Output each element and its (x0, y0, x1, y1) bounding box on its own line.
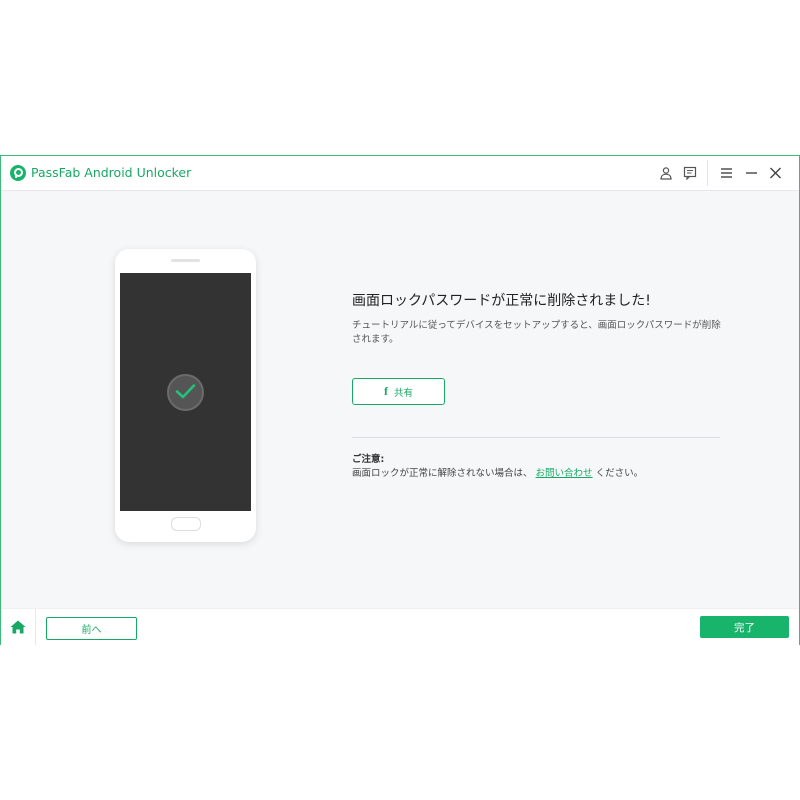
footer-bar: 前へ 完了 (1, 608, 799, 645)
home-icon[interactable] (1, 609, 36, 645)
phone-illustration (115, 249, 256, 542)
app-logo-icon (10, 165, 26, 181)
title-bar: PassFab Android Unlocker (1, 156, 799, 191)
success-check-icon (167, 374, 204, 411)
app-title: PassFab Android Unlocker (31, 165, 192, 180)
divider (352, 437, 720, 438)
facebook-icon: f (383, 384, 388, 398)
menu-icon[interactable] (717, 164, 735, 182)
back-button[interactable]: 前へ (46, 617, 137, 640)
note-text: 画面ロックが正常に解除されない場合は、 お問い合わせ ください。 (352, 465, 643, 479)
note-suffix: ください。 (595, 468, 644, 479)
done-button[interactable]: 完了 (700, 616, 789, 638)
user-icon[interactable] (657, 164, 675, 182)
success-headline: 画面ロックパスワードが正常に削除されました! (352, 293, 651, 309)
minimize-icon[interactable] (742, 164, 760, 182)
phone-home-button (171, 517, 201, 531)
feedback-icon[interactable] (681, 164, 699, 182)
app-window: PassFab Android Unlocker 画面ロックパスワードが正常に削… (0, 155, 800, 645)
note-prefix: 画面ロックが正常に解除されない場合は、 (352, 468, 533, 479)
phone-speaker (171, 259, 200, 262)
description-text: チュートリアルに従ってデバイスをセットアップすると、画面ロックパスワードが削除さ… (352, 320, 721, 345)
contact-link[interactable]: お問い合わせ (536, 468, 593, 479)
phone-screen (120, 273, 251, 511)
share-button[interactable]: f 共有 (352, 378, 445, 405)
note-title: ご注意: (352, 454, 385, 465)
share-label: 共有 (393, 387, 413, 399)
titlebar-separator (707, 160, 708, 186)
close-icon[interactable] (766, 164, 784, 182)
